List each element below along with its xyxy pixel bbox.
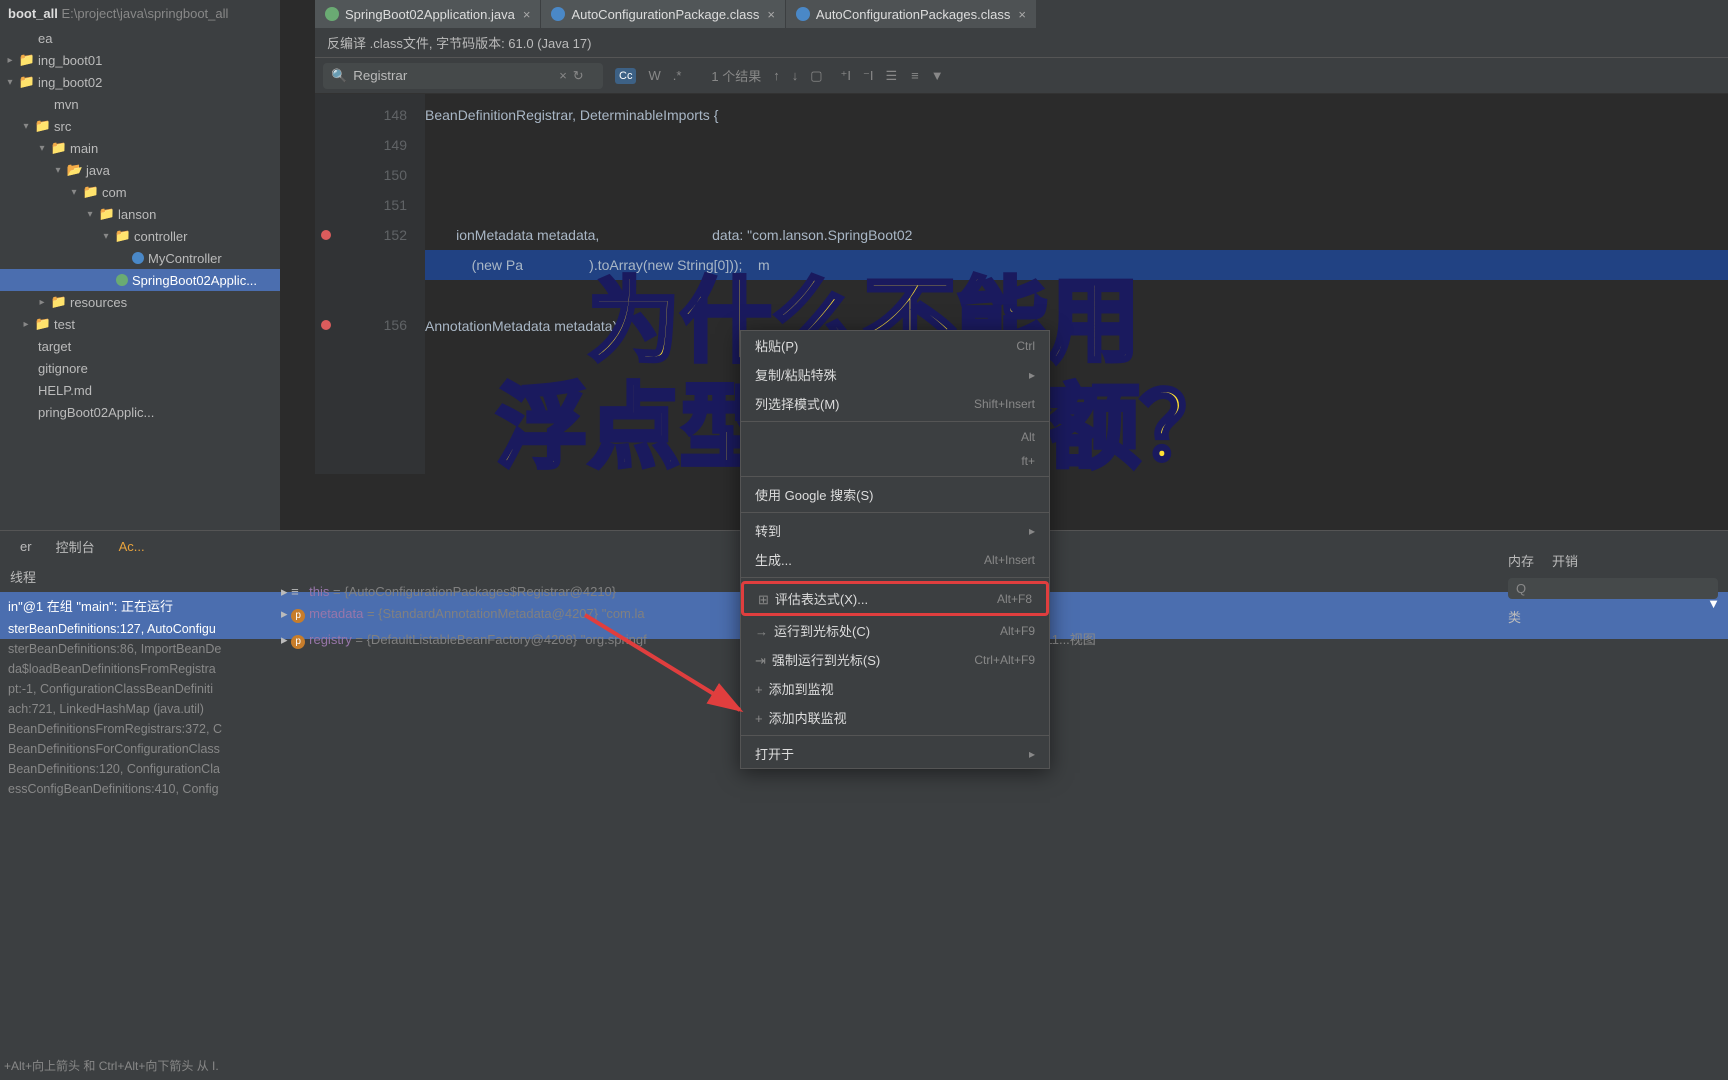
remove-selection-icon[interactable]: ⁻I [863,68,873,84]
menu-item[interactable]: 列选择模式(M)Shift+Insert [741,389,1049,418]
tree-node[interactable]: ▾📁src [0,115,280,137]
tree-node[interactable]: SpringBoot02Applic... [0,269,280,291]
menu-item[interactable]: ⇥强制运行到光标(S)Ctrl+Alt+F9 [741,645,1049,674]
memory-tab[interactable]: 内存 [1508,551,1534,570]
navigation-hint: +Alt+向上箭头 和 Ctrl+Alt+向下箭头 从 I. [4,1057,219,1074]
menu-item[interactable]: +添加内联监视 [741,703,1049,732]
folder-icon: 📁 [116,229,130,243]
menu-item[interactable]: 复制/粘贴特殊 ▸ [741,360,1049,389]
search-box[interactable]: 🔍 × ↻ [323,63,603,89]
match-case-toggle[interactable]: Cc [615,68,636,84]
java-icon [325,7,339,21]
stack-frame[interactable]: essConfigBeanDefinitions:410, Config [0,779,1728,799]
classes-label: 类 [1508,607,1718,626]
words-toggle[interactable]: W [648,68,660,83]
folder-icon: 📁 [52,141,66,155]
folder-icon: 📁 [100,207,114,221]
find-bar: 🔍 × ↻ Cc W .* 1 个结果 ↑ ↓ ▢ ⁺I ⁻I ☰ ≡ ▼ [315,58,1728,94]
menu-item[interactable]: 使用 Google 搜索(S) [741,480,1049,509]
folder-icon: 📁 [36,317,50,331]
regex-toggle[interactable]: .* [673,68,682,83]
tree-node[interactable]: ▸📁ing_boot01 [0,49,280,71]
tree-node[interactable]: ▾📂java [0,159,280,181]
menu-item[interactable]: 打开于 ▸ [741,739,1049,768]
next-icon[interactable]: ↓ [792,68,799,83]
project-root[interactable]: boot_all E:\project\java\springboot_all [0,0,280,27]
decompile-notice: 反编译 .class文件, 字节码版本: 61.0 (Java 17) [315,28,1728,58]
folder-icon: 📂 [68,163,82,177]
tab-file-2[interactable]: AutoConfigurationPackage.class× [541,0,784,28]
tree-node[interactable]: ▸📁test [0,313,280,335]
filter-icon[interactable]: ≡ [911,68,919,83]
search-icon: 🔍 [331,68,347,84]
folder-icon: 📁 [52,295,66,309]
folder-icon: 📁 [36,119,50,133]
add-selection-icon[interactable]: ⁺I [841,68,851,84]
menu-item[interactable]: ft+ [741,449,1049,473]
clear-icon[interactable]: × [559,68,567,83]
debug-tab-1[interactable]: er [8,539,44,554]
menu-item[interactable]: ⊞评估表达式(X)...Alt+F8 [741,581,1049,616]
context-menu: 粘贴(P)Ctrl复制/粘贴特殊 ▸列选择模式(M)Shift+Insert Al… [740,330,1050,769]
tree-node[interactable]: ▾📁main [0,137,280,159]
menu-item[interactable]: Alt [741,425,1049,449]
funnel-icon[interactable]: ▼ [931,68,944,83]
class-icon [796,7,810,21]
folder-icon: 📁 [20,53,34,67]
close-icon[interactable]: × [523,7,531,22]
tree-node[interactable]: ▾📁ing_boot02 [0,71,280,93]
memory-search[interactable]: Q [1508,578,1718,599]
menu-item[interactable]: 生成...Alt+Insert [741,545,1049,574]
tree-node[interactable]: pringBoot02Applic... [0,401,280,423]
menu-item[interactable]: +添加到监视 [741,674,1049,703]
prev-icon[interactable]: ↑ [773,68,780,83]
tree-node[interactable]: ea [0,27,280,49]
close-icon[interactable]: × [767,7,775,22]
menu-item[interactable]: 粘贴(P)Ctrl [741,331,1049,360]
memory-panel: 内存 开销 Q 类 [1498,545,1728,632]
tree-node[interactable]: gitignore [0,357,280,379]
overhead-tab[interactable]: 开销 [1552,551,1578,570]
editor-tabs: SpringBoot02Application.java× AutoConfig… [315,0,1728,28]
tree-node[interactable]: mvn [0,93,280,115]
tree-node[interactable]: ▾📁lanson [0,203,280,225]
search-input[interactable] [353,68,553,83]
debug-tab-console[interactable]: 控制台 [44,537,107,556]
tree-node[interactable]: ▾📁com [0,181,280,203]
tab-file-3[interactable]: AutoConfigurationPackages.class× [786,0,1036,28]
select-occurrences-icon[interactable]: ☰ [886,68,898,84]
debug-tab-actuator[interactable]: Ac... [107,539,157,554]
class-icon [116,274,128,286]
tree-node[interactable]: target [0,335,280,357]
class-icon [551,7,565,21]
tree-node[interactable]: MyController [0,247,280,269]
menu-item[interactable]: 转到 ▸ [741,516,1049,545]
class-icon [132,252,144,264]
result-count: 1 个结果 [711,66,761,85]
tab-file-1[interactable]: SpringBoot02Application.java× [315,0,540,28]
gutter: 148149150151152 156 [315,94,425,474]
tree-node[interactable]: ▸📁resources [0,291,280,313]
tree-node[interactable]: ▾📁controller [0,225,280,247]
select-all-icon[interactable]: ▢ [810,68,822,84]
folder-icon: 📁 [20,75,34,89]
tree-node[interactable]: HELP.md [0,379,280,401]
folder-icon: 📁 [84,185,98,199]
history-icon[interactable]: ↻ [573,68,584,84]
menu-item[interactable]: →运行到光标处(C)Alt+F9 [741,616,1049,645]
close-icon[interactable]: × [1018,7,1026,22]
